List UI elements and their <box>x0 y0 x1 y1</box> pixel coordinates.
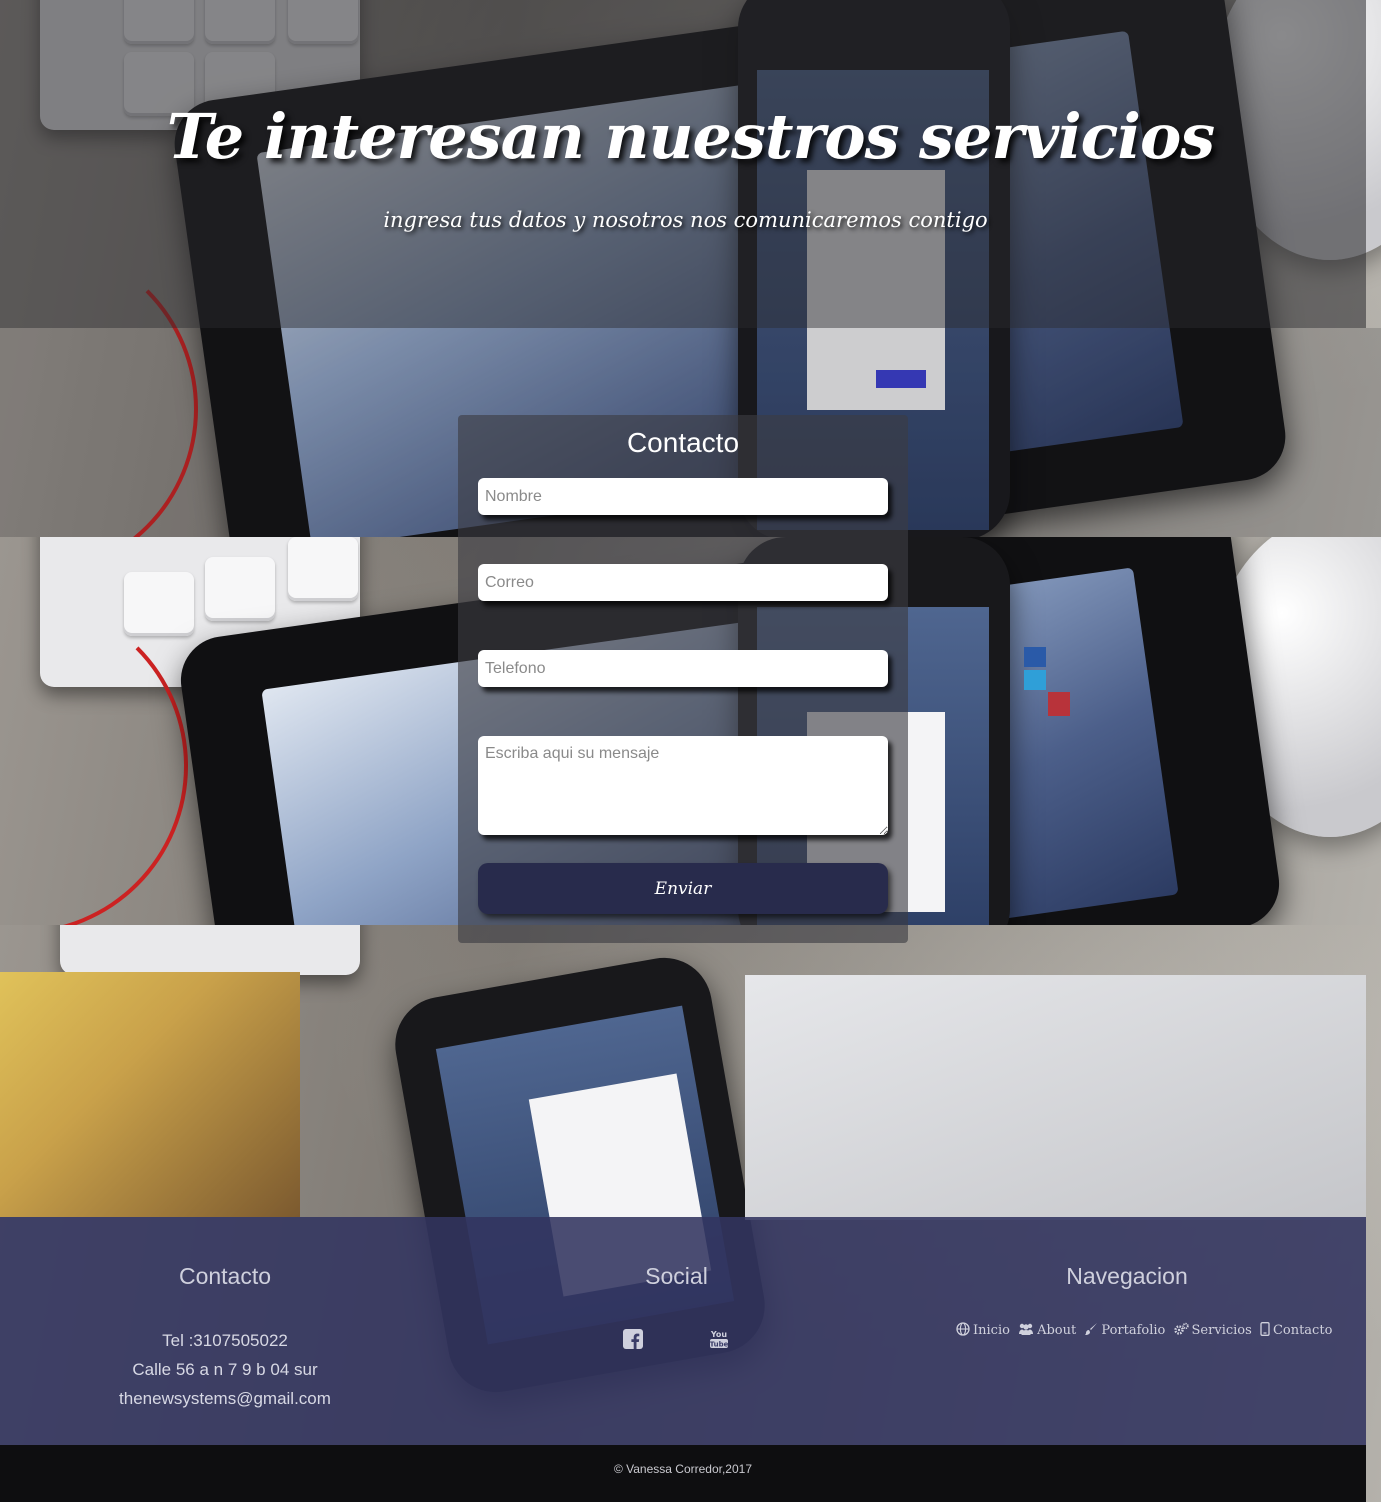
nav-item-label: Inicio <box>973 1323 1010 1338</box>
email-input[interactable] <box>478 564 888 601</box>
nav-item-inicio[interactable]: Inicio <box>956 1322 1010 1338</box>
footer-contact-heading: Contacto <box>178 1263 272 1289</box>
nav-item-label: Servicios <box>1191 1323 1252 1338</box>
contact-form-title: Contacto <box>626 427 740 458</box>
youtube-icon[interactable]: You Tube <box>709 1329 729 1349</box>
globe-icon <box>956 1322 970 1336</box>
footer-nav: Inicio About Portafolio Servicios Contac… <box>956 1322 1332 1338</box>
nav-item-label: Portafolio <box>1101 1323 1166 1338</box>
nav-item-label: About <box>1037 1323 1077 1338</box>
copyright-text: © Vanessa Corredor,2017 <box>613 1462 753 1476</box>
svg-text:Tube: Tube <box>710 1341 729 1349</box>
phone-input[interactable] <box>478 650 888 687</box>
footer-navigation-heading: Navegacion <box>1066 1263 1188 1289</box>
name-input[interactable] <box>478 478 888 515</box>
footer-email[interactable]: thenewsystems@gmail.com <box>0 1389 450 1409</box>
users-icon <box>1019 1323 1034 1335</box>
footer: Contacto Tel :3107505022 Calle 56 a n 7 … <box>0 1217 1366 1445</box>
facebook-icon[interactable] <box>623 1329 643 1349</box>
footer-address: Calle 56 a n 7 9 b 04 sur <box>132 1360 318 1379</box>
svg-text:You: You <box>710 1330 728 1339</box>
gears-icon <box>1173 1322 1189 1335</box>
nav-item-about[interactable]: About <box>1018 1322 1076 1338</box>
footer-social-heading: Social <box>645 1263 708 1289</box>
brush-icon <box>1085 1323 1098 1335</box>
nav-item-servicios[interactable]: Servicios <box>1173 1322 1252 1338</box>
copyright-bar: © Vanessa Corredor,2017 <box>0 1445 1366 1502</box>
nav-item-label: Contacto <box>1272 1323 1333 1338</box>
contact-form: Contacto Enviar <box>458 415 908 943</box>
message-textarea[interactable] <box>478 736 888 835</box>
footer-social-column: Social You Tube <box>450 1217 903 1445</box>
send-button[interactable]: Enviar <box>478 863 888 914</box>
hero-subtitle: ingresa tus datos y nosotros nos comunic… <box>383 208 988 232</box>
hero-title: Te interesan nuestros servicios <box>166 100 1215 173</box>
nav-item-portafolio[interactable]: Portafolio <box>1084 1322 1165 1338</box>
footer-phone: Tel :3107505022 <box>162 1331 288 1350</box>
mobile-icon <box>1260 1322 1270 1336</box>
nav-item-contacto[interactable]: Contacto <box>1260 1322 1332 1338</box>
